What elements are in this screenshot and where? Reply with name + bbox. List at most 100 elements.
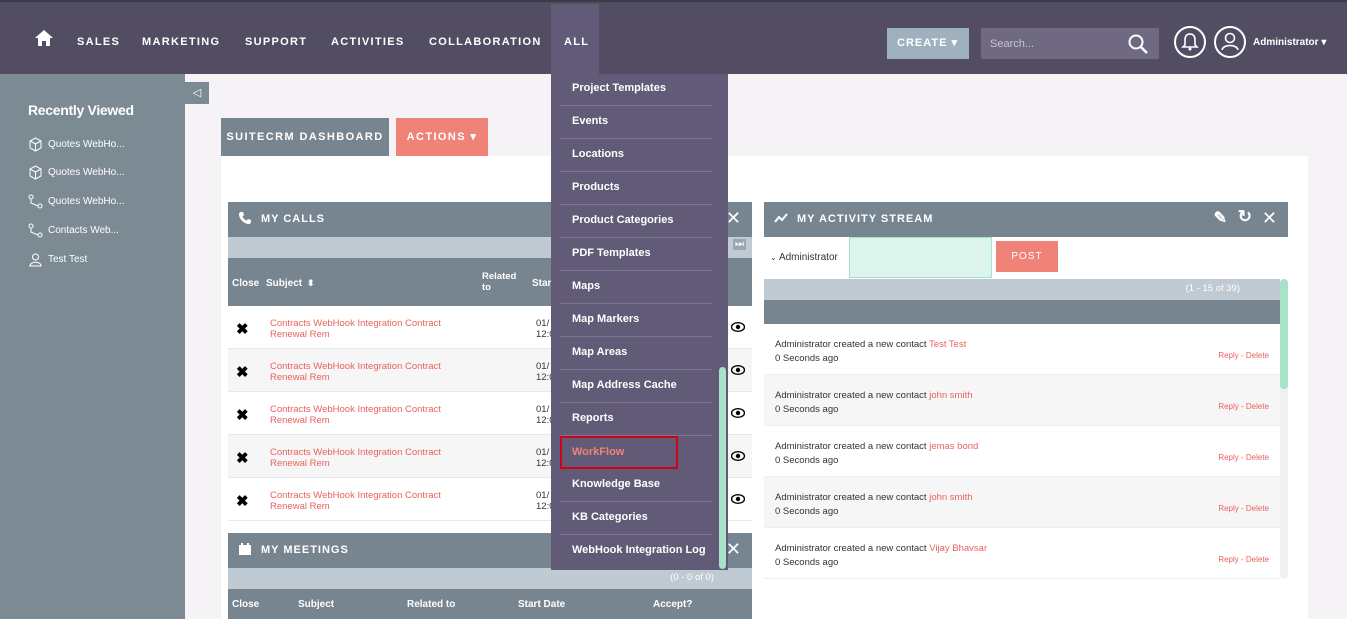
post-button[interactable]: POST [996,241,1058,272]
eye-icon[interactable] [731,322,745,332]
nav-sales[interactable]: SALES [77,36,120,48]
create-button[interactable]: CREATE ▾ [887,28,969,59]
menu-item-knowledge-base[interactable]: Knowledge Base [560,469,712,502]
nav-activities[interactable]: ACTIVITIES [331,36,405,48]
user-avatar-icon[interactable] [1214,26,1246,58]
contact-link[interactable]: Test Test [929,339,966,350]
col-related: Related to [482,271,517,293]
eye-icon[interactable] [731,408,745,418]
calls-title: MY CALLS [261,213,326,225]
reply-delete[interactable]: Reply - Delete [1218,351,1269,360]
call-subject-link[interactable]: Contracts WebHook Integration Contract R… [270,361,470,383]
contact-link[interactable]: Vijay Bhavsar [929,543,987,554]
menu-scrollbar[interactable] [719,367,726,569]
close-icon[interactable]: ✕ [726,208,742,229]
activity-scrollbar[interactable] [1280,279,1288,579]
post-time: 0 Seconds ago [775,506,839,517]
recent-item-label: Quotes WebHo... [48,139,125,150]
user-menu[interactable]: Administrator ▾ [1253,37,1326,48]
eye-icon[interactable] [731,365,745,375]
close-call-icon[interactable]: ✖ [236,449,249,467]
close-call-icon[interactable]: ✖ [236,320,249,338]
eye-icon[interactable] [731,451,745,461]
reply-delete[interactable]: Reply - Delete [1218,555,1269,564]
call-subject-link[interactable]: Contracts WebHook Integration Contract R… [270,318,470,340]
menu-item-pdf-templates[interactable]: PDF Templates [560,238,712,271]
activity-post-textarea[interactable] [849,237,992,278]
menu-item-project-templates[interactable]: Project Templates [560,73,712,106]
close-call-icon[interactable]: ✖ [236,363,249,381]
close-icon[interactable]: ✕ [726,539,742,560]
call-subject-link[interactable]: Contracts WebHook Integration Contract R… [270,404,470,426]
nav-collaboration[interactable]: COLLABORATION [429,36,542,48]
contact-link[interactable]: john smith [929,390,972,401]
webhook-icon [28,223,43,238]
activity-title: MY ACTIVITY STREAM [797,213,934,225]
recent-item-label: Contacts Web... [48,225,119,236]
menu-item-workflow[interactable]: WorkFlow [560,436,678,469]
reply-delete[interactable]: Reply - Delete [1218,504,1269,513]
menu-item-products[interactable]: Products [560,172,712,205]
call-subject-link[interactable]: Contracts WebHook Integration Contract R… [270,447,470,469]
last-page-icon[interactable]: ⏭ [733,239,746,250]
sidebar-collapse-button[interactable]: ◁ [185,82,209,104]
activity-header-bar [764,300,1280,324]
menu-item-webhook-integration-log[interactable]: WebHook Integration Log [560,535,712,568]
post-text: Administrator created a new contact john… [775,492,973,503]
home-icon[interactable] [35,30,53,46]
recent-item-contact[interactable]: Test Test [28,252,87,267]
nav-all[interactable]: ALL [564,36,589,48]
post-time: 0 Seconds ago [775,455,839,466]
sort-icon[interactable]: ⬍ [307,278,315,289]
recent-item-contact-webhook[interactable]: Contacts Web... [28,223,119,238]
tab-suitecrm-dashboard[interactable]: SUITECRM DASHBOARD [221,118,389,156]
post-time: 0 Seconds ago [775,353,839,364]
col-related: Related to [407,599,456,610]
nav-support[interactable]: SUPPORT [245,36,307,48]
col-subject[interactable]: Subject [298,599,334,610]
menu-item-map-address-cache[interactable]: Map Address Cache [560,370,712,403]
recent-item-quote-2[interactable]: Quotes WebHo... [28,165,125,180]
activity-paging: (1 - 15 of 39) [1185,283,1240,294]
search-box [981,28,1159,59]
recent-item-label: Test Test [48,254,88,265]
recent-item-quote-3[interactable]: Quotes WebHo... [28,194,125,209]
sidebar: Recently Viewed [0,74,185,619]
recent-item-label: Quotes WebHo... [48,196,125,207]
menu-item-product-categories[interactable]: Product Categories [560,205,712,238]
meetings-title: MY MEETINGS [261,544,349,556]
reply-delete[interactable]: Reply - Delete [1218,453,1269,462]
menu-item-kb-categories[interactable]: KB Categories [560,502,712,535]
reply-delete[interactable]: Reply - Delete [1218,402,1269,411]
refresh-icon[interactable]: ↻ [1238,207,1253,227]
activity-post: Administrator created a new contact Test… [764,324,1280,375]
menu-item-locations[interactable]: Locations [560,139,712,172]
contact-link[interactable]: jemas bond [929,441,978,452]
search-icon[interactable] [1127,33,1149,55]
sidebar-title: Recently Viewed [28,102,134,118]
menu-item-map-areas[interactable]: Map Areas [560,337,712,370]
menu-item-reports[interactable]: Reports [560,403,712,436]
call-subject-link[interactable]: Contracts WebHook Integration Contract R… [270,490,470,512]
actions-dropdown-button[interactable]: ACTIONS ▾ [396,118,488,156]
eye-icon[interactable] [731,494,745,504]
close-call-icon[interactable]: ✖ [236,492,249,510]
edit-icon[interactable]: ✎ [1214,208,1228,228]
menu-item-map-markers[interactable]: Map Markers [560,304,712,337]
activity-post: Administrator created a new contact Vija… [764,528,1280,579]
post-time: 0 Seconds ago [775,557,839,568]
recent-item-label: Quotes WebHo... [48,167,125,178]
cube-icon [29,137,42,152]
menu-item-maps[interactable]: Maps [560,271,712,304]
notifications-bell-icon[interactable] [1174,26,1206,58]
col-start-date[interactable]: Start Date [518,599,565,610]
search-input[interactable] [981,28,1111,59]
close-call-icon[interactable]: ✖ [236,406,249,424]
nav-marketing[interactable]: MARKETING [142,36,220,48]
col-subject[interactable]: Subject [266,278,302,289]
close-icon[interactable]: ✕ [1262,208,1278,229]
menu-item-events[interactable]: Events [560,106,712,139]
contact-link[interactable]: john smith [929,492,972,503]
meetings-column-header: Close Subject Related to Start Date Acce… [228,589,752,619]
recent-item-quote-1[interactable]: Quotes WebHo... [28,137,125,152]
